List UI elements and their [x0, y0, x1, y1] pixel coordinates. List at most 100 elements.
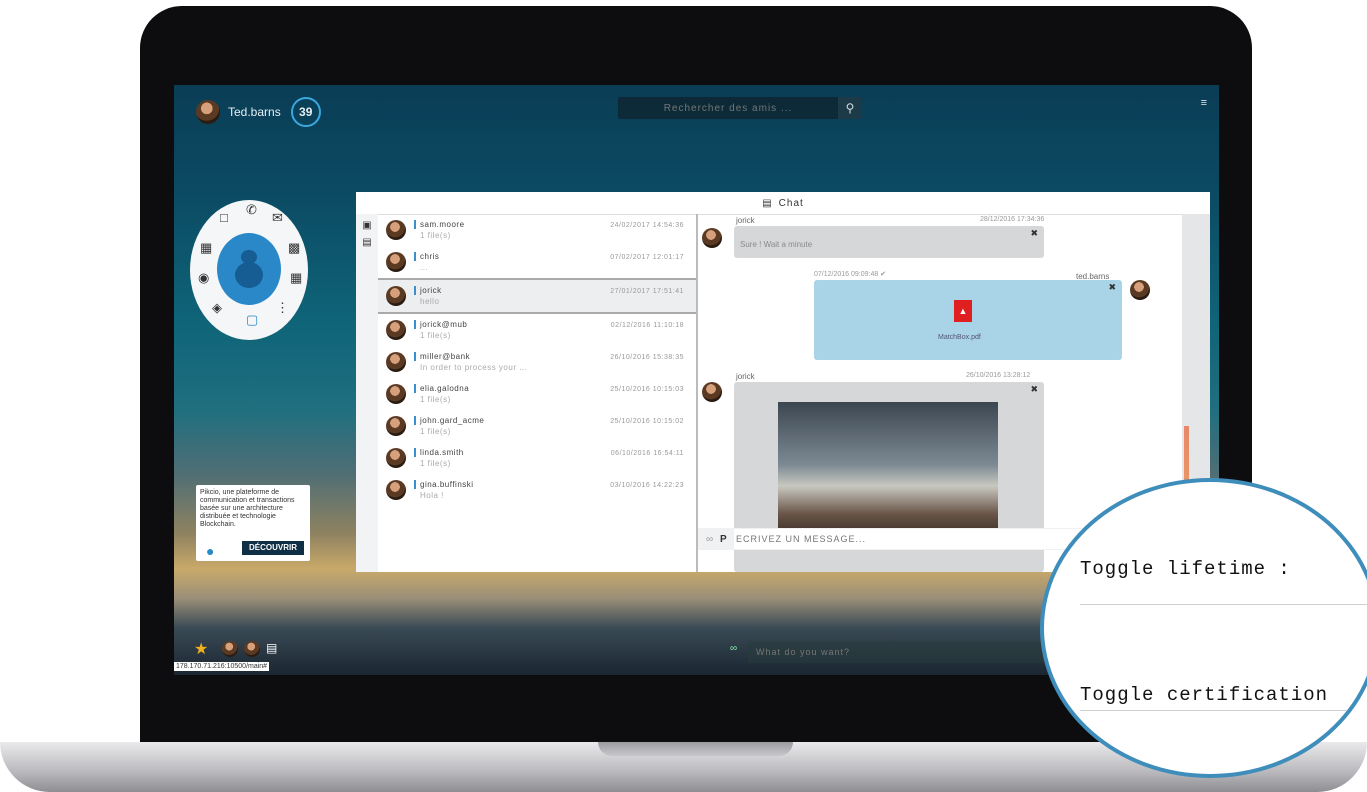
action-wheel: □ ✆ ✉ ▦ ▩ ◉ ▦ ◈ ▢ ⋮ [190, 200, 308, 340]
chat-header: ▤ Chat [356, 192, 1210, 215]
sender-avatar [702, 382, 722, 402]
contact-date: 06/10/2016 16:54:11 [610, 450, 684, 457]
delete-message-icon[interactable]: ✖ [1030, 384, 1038, 395]
contact-item-selected[interactable]: jorick hello 27/01/2017 17:51:41 [378, 278, 696, 314]
message-date: 28/12/2016 17:34:36 [980, 216, 1045, 223]
chat-tab-icon[interactable]: ▤ [356, 237, 378, 248]
contact-avatar [386, 320, 406, 340]
contacts-icon[interactable]: ◈ [212, 300, 222, 316]
toggle-lifetime-label[interactable]: Toggle lifetime : [1080, 558, 1291, 580]
message-date: 07/12/2016 09:09:48 ✔ [814, 271, 887, 278]
card-icon[interactable]: ▩ [288, 240, 300, 256]
status-url: 178.170.71.216:10500/main# [174, 662, 270, 671]
contact-preview: 1 file(s) [420, 395, 451, 404]
contact-name: elia.galodna [414, 384, 469, 393]
message-sender: jorick [736, 216, 755, 225]
contact-name: miller@bank [414, 352, 527, 361]
file-message-bubble[interactable]: ✖ ▲ MatchBox.pdf [814, 280, 1122, 360]
friend-search-input[interactable] [618, 96, 838, 120]
link-icon[interactable]: ∞ [730, 643, 737, 654]
user-profile[interactable]: Ted.barns 39 [196, 97, 321, 127]
contact-avatar [386, 384, 406, 404]
contact-item[interactable]: miller@bank In order to process your ... 2… [378, 346, 696, 378]
contact-date: 07/02/2017 12:01:17 [610, 254, 684, 261]
contact-name: gina.buffinski [414, 480, 474, 489]
phone-icon[interactable]: ✆ [246, 202, 257, 218]
contact-avatar [386, 448, 406, 468]
contact-item[interactable]: john.gard_acme 1 file(s) 25/10/2016 10:15:… [378, 410, 696, 442]
contact-item[interactable]: gina.buffinski Hola ! 03/10/2016 14:22:23 [378, 474, 696, 506]
laptop-notch [598, 742, 793, 756]
search-icon[interactable]: ⚲ [838, 97, 862, 119]
chat-window: ▤ Chat ✕ ▣ ▤ sam.moore1 file(s)24/02/201… [356, 192, 1210, 572]
contact-name: chris [414, 252, 439, 261]
location-icon[interactable]: ◉ [198, 270, 209, 286]
delete-message-icon[interactable]: ✖ [1108, 282, 1116, 293]
sender-avatar [702, 228, 722, 248]
sender-avatar [1130, 280, 1150, 300]
user-avatar[interactable] [196, 100, 220, 124]
contact-item[interactable]: linda.smith 1 file(s) 06/10/2016 16:54:11 [378, 442, 696, 474]
friend-search: ⚲ [618, 96, 862, 120]
divider [1080, 604, 1367, 605]
contact-date: 03/10/2016 14:22:23 [610, 482, 684, 489]
contact-name: linda.smith [414, 448, 464, 457]
contact-name: jorick@mub [414, 320, 467, 329]
robot-icon [234, 250, 264, 288]
pdf-icon: ▲ [954, 300, 972, 322]
contact-name: sam.moore [414, 220, 465, 229]
expand-icon[interactable]: ▣ [356, 220, 378, 231]
chat-title: Chat [778, 197, 804, 209]
lock-icon[interactable]: □ [220, 210, 228, 225]
contact-date: 24/02/2017 14:54:36 [610, 222, 684, 229]
contact-item[interactable]: jorick@mub 1 file(s) 02/12/2016 11:10:18 [378, 314, 696, 346]
contact-preview: In order to process your ... [420, 363, 528, 372]
zoom-magnifier: Toggle lifetime : Toggle certification [1040, 478, 1367, 778]
discover-button[interactable]: DÉCOUVRIR [241, 541, 304, 555]
contact-item[interactable]: chris... 07/02/2017 12:01:17 [378, 246, 696, 278]
contact-preview: 1 file(s) [420, 427, 451, 436]
attach-icon[interactable]: ∞ [706, 534, 713, 545]
contact-item[interactable]: sam.moore 1 file(s) 24/02/2017 14:54:36 [378, 214, 696, 246]
file-name[interactable]: MatchBox.pdf [938, 334, 981, 341]
contact-preview: ... [420, 263, 429, 272]
chat-icon[interactable]: ▢ [246, 312, 258, 328]
user-name: Ted.barns [228, 105, 281, 119]
mail-icon[interactable]: ✉ [272, 210, 283, 226]
contact-date: 27/01/2017 17:51:41 [610, 288, 684, 295]
contact-list: sam.moore 1 file(s) 24/02/2017 14:54:36 ch… [378, 214, 698, 572]
toggle-certification-label[interactable]: Toggle certification [1080, 684, 1328, 706]
contact-date: 02/12/2016 11:10:18 [610, 322, 684, 329]
p-icon[interactable]: P [720, 534, 727, 545]
contact-preview: 1 file(s) [420, 331, 451, 340]
calendar-icon[interactable]: ▦ [290, 270, 302, 286]
favorite-avatar[interactable] [244, 641, 260, 657]
menu-icon[interactable]: ≡ [1201, 97, 1207, 109]
contact-avatar [386, 480, 406, 500]
lightbulb-icon: ● [206, 543, 215, 559]
contact-preview: hello [420, 297, 440, 306]
divider [1080, 710, 1367, 711]
contact-date: 26/10/2016 15:38:35 [610, 354, 684, 361]
more-icon[interactable]: ▤ [266, 641, 277, 655]
notification-badge[interactable]: 39 [290, 97, 321, 127]
delete-message-icon[interactable]: ✖ [1030, 228, 1038, 239]
message-sender: jorick [736, 372, 755, 381]
contact-preview: 1 file(s) [420, 231, 451, 240]
contact-date: 25/10/2016 10:15:02 [610, 418, 684, 425]
assistant-bar: ∞ [730, 641, 1048, 663]
bars-icon[interactable]: ▦ [200, 240, 212, 256]
favorite-avatar[interactable] [222, 641, 238, 657]
contact-avatar [386, 252, 406, 272]
contact-name: jorick [414, 286, 442, 295]
bot-center-button[interactable] [217, 233, 281, 305]
assistant-input[interactable] [748, 641, 1048, 663]
promo-card: Pikcio, une plateforme de communication … [196, 485, 310, 561]
promo-text: Pikcio, une plateforme de communication … [200, 489, 295, 528]
shared-photo[interactable] [778, 402, 998, 542]
contact-item[interactable]: elia.galodna 1 file(s) 25/10/2016 10:15:03 [378, 378, 696, 410]
settings-icon[interactable]: ⋮ [276, 300, 289, 316]
contact-preview: 1 file(s) [420, 459, 451, 468]
star-icon[interactable]: ★ [194, 639, 208, 659]
message-bubble[interactable]: ✖ Sure ! Wait a minute [734, 226, 1044, 258]
